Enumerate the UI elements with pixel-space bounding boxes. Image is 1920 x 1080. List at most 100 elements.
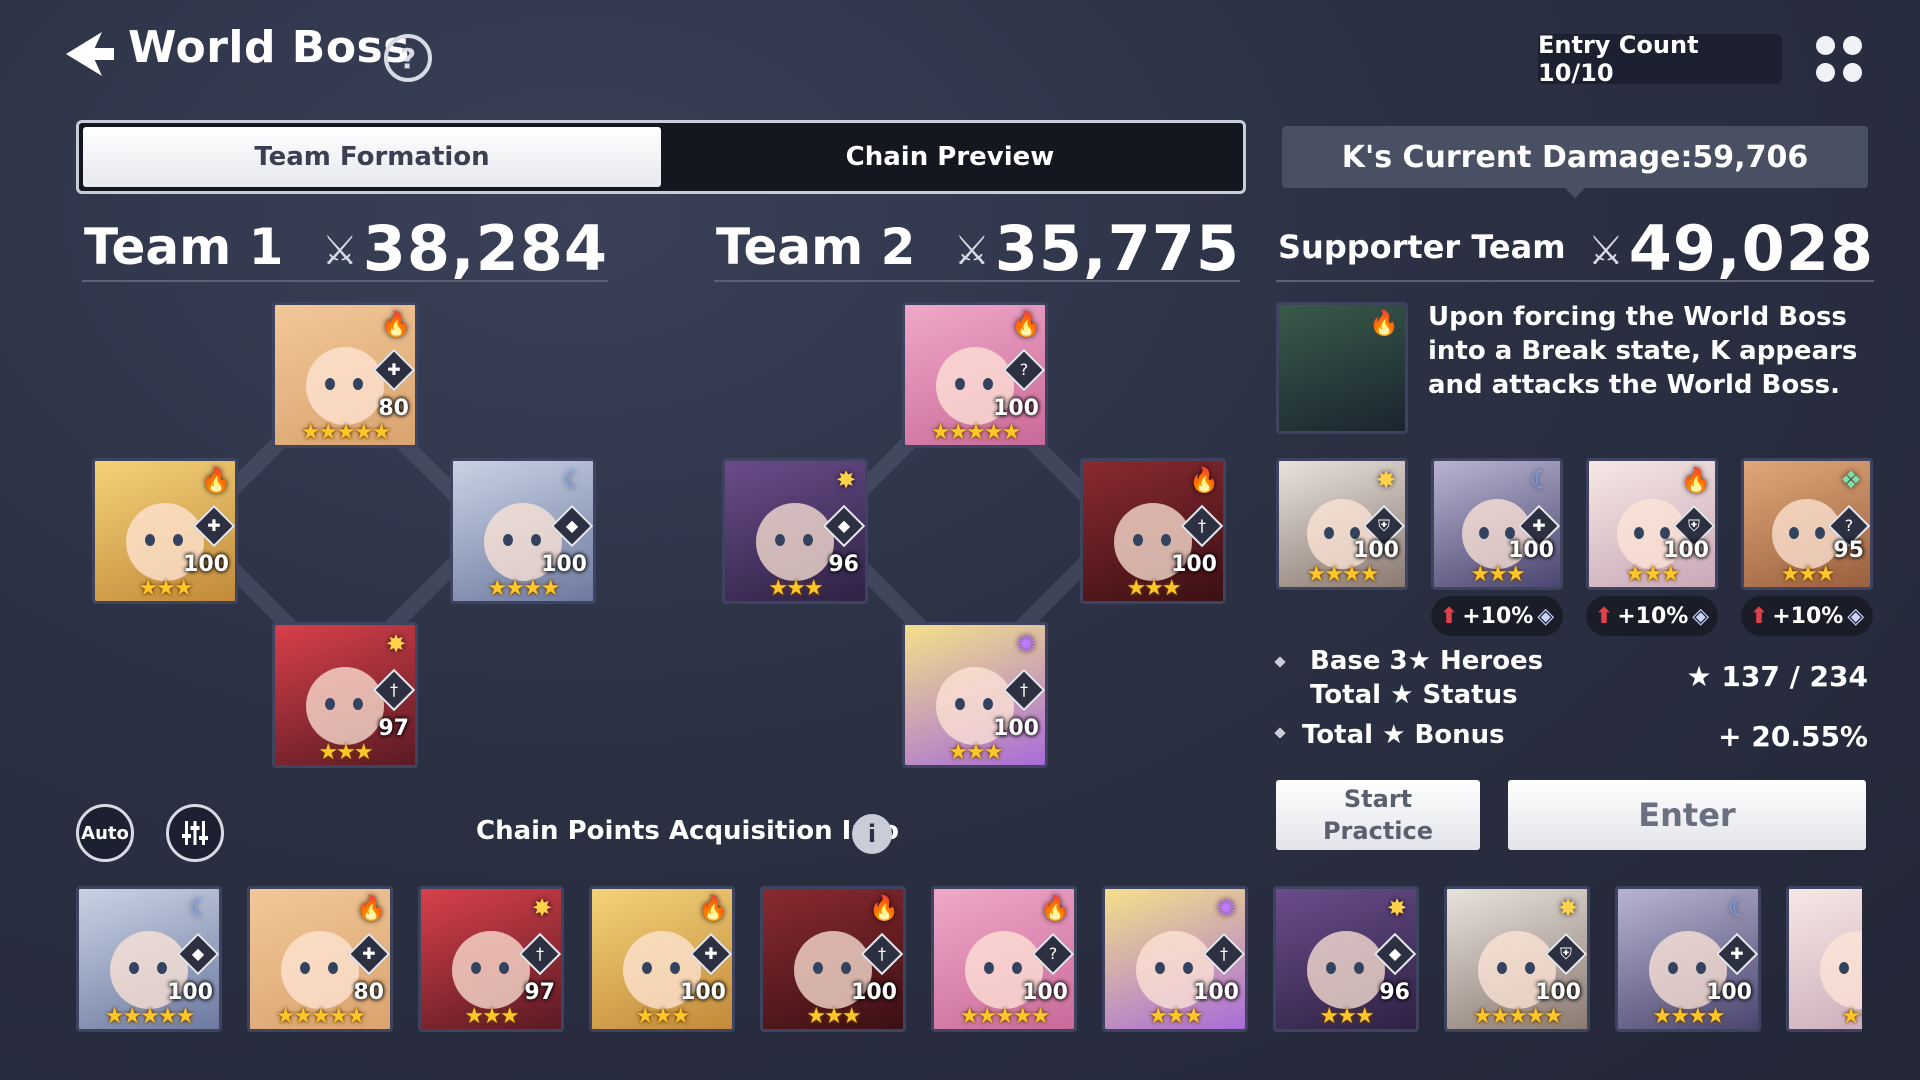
supporter-power: ⚔49,028 — [1588, 212, 1874, 285]
stat-base-value: ★ 137 / 234 — [1686, 660, 1868, 693]
tab-team-formation[interactable]: Team Formation — [83, 127, 661, 187]
hero-level: 100 — [680, 980, 726, 1005]
bonus-badge: ⬆ +10% ◈ — [1586, 596, 1718, 636]
hero-roster: ☾ ◆ 100 ★★★★★ 🔥 ✚ 80 ★★★★★ ✸ † 97 ★★★ 🔥 ✚ 100 ★★★ 🔥 † 100 ★… — [76, 886, 1862, 1036]
roster-hero-card[interactable]: 🔥⛨★★ — [1786, 886, 1862, 1032]
back-arrow-icon — [66, 32, 114, 76]
enter-button[interactable]: Enter — [1508, 780, 1866, 850]
role-glyph: † — [878, 944, 886, 963]
team2-header: Team 2 ⚔35,775 — [714, 210, 1240, 285]
hero-stars: ★★★ — [138, 576, 193, 601]
role-glyph: ✚ — [387, 360, 401, 379]
up-arrow-icon: ⬆ — [1439, 603, 1459, 629]
team1-hero-card[interactable]: 🔥 ✚ 100 ★★★ — [92, 458, 238, 604]
hero-level: 100 — [1535, 980, 1581, 1005]
hero-eye — [1789, 526, 1800, 539]
supporter-hero-card[interactable]: 🔥 ⛨ 100 ★★★ — [1586, 458, 1718, 590]
supporter-k-portrait[interactable]: 🔥 — [1276, 302, 1408, 434]
team2-hero-card[interactable]: ✺ † 100 ★★★ — [902, 622, 1048, 768]
team1-hero-card[interactable]: ☾ ◆ 100 ★★★★ — [450, 458, 596, 604]
roster-hero-card[interactable]: ✸ ⛨ 100 ★★★★★ — [1444, 886, 1590, 1032]
team1-hero-card[interactable]: ✸ † 97 ★★★ — [272, 622, 418, 768]
hero-level: 95 — [1833, 538, 1864, 563]
roster-hero-card[interactable]: ☾ ✚ 100 ★★★★ — [1615, 886, 1761, 1032]
roster-hero-card[interactable]: 🔥 ✚ 80 ★★★★★ — [247, 886, 393, 1032]
supporter-hero-card[interactable]: ❖? 95 ★★★ — [1741, 458, 1873, 590]
auto-button[interactable]: Auto — [76, 804, 134, 862]
dark-element-icon: ✺ — [1215, 894, 1237, 922]
team2-hero-card[interactable]: 🔥 † 100 ★★★ — [1080, 458, 1226, 604]
role-glyph: † — [1020, 680, 1028, 699]
team1-header: Team 1 ⚔38,284 — [82, 210, 608, 285]
hero-stars: ★★★★ — [1652, 1004, 1726, 1029]
role-glyph: ✚ — [704, 944, 718, 963]
info-icon[interactable]: i — [852, 814, 892, 854]
role-glyph: ◆ — [1388, 944, 1402, 963]
water-element-icon: ☾ — [1530, 466, 1552, 494]
hero-level: 80 — [353, 980, 384, 1005]
hero-stars: ★★★★★ — [1472, 1004, 1564, 1029]
page-title: World Boss — [128, 22, 410, 73]
back-button[interactable] — [62, 26, 118, 82]
hero-eye — [1504, 526, 1515, 539]
hero-level: 100 — [183, 552, 229, 577]
tab-chain-preview[interactable]: Chain Preview — [661, 127, 1239, 187]
hero-level: 100 — [167, 980, 213, 1005]
up-arrow-icon: ⬆ — [1594, 603, 1614, 629]
team1-hero-card[interactable]: 🔥 ✚ 80 ★★★★★ — [272, 302, 418, 448]
role-glyph: † — [390, 680, 398, 699]
bonus-badge: ⬆ +10% ◈ — [1431, 596, 1563, 636]
role-glyph: ◆ — [837, 516, 851, 535]
hero-face — [1771, 498, 1843, 570]
hero-level: 100 — [1022, 980, 1068, 1005]
roster-hero-card[interactable]: 🔥 ✚ 100 ★★★ — [589, 886, 735, 1032]
help-icon[interactable]: ? — [384, 34, 432, 82]
stat-bonus-value: + 20.55% — [1718, 720, 1868, 753]
fire-element-icon: 🔥 — [1369, 309, 1399, 337]
role-glyph: ✚ — [1730, 944, 1744, 963]
roster-hero-card[interactable]: 🔥 † 100 ★★★ — [760, 886, 906, 1032]
hero-stars: ★★★ — [806, 1004, 861, 1029]
hero-eye — [1814, 526, 1825, 539]
role-glyph: ✚ — [1532, 516, 1546, 535]
hero-stars: ★★★★ — [1306, 562, 1380, 587]
roster-hero-card[interactable]: ☾ ◆ 100 ★★★★★ — [76, 886, 222, 1032]
team1-power-value: 38,284 — [362, 212, 608, 285]
start-practice-button[interactable]: Start Practice — [1276, 780, 1480, 850]
fire-element-icon: 🔥 — [1011, 310, 1041, 338]
roster-hero-card[interactable]: ✺ † 100 ★★★ — [1102, 886, 1248, 1032]
role-glyph: ◆ — [565, 516, 579, 535]
team2-power: ⚔35,775 — [954, 212, 1240, 285]
team2-hero-card[interactable]: 🔥? 100 ★★★★★ — [902, 302, 1048, 448]
special-icon: ◈ — [1847, 603, 1865, 629]
roster-hero-card[interactable]: ✸ † 97 ★★★ — [418, 886, 564, 1032]
current-damage-display: K's Current Damage:59,706 — [1282, 126, 1868, 188]
role-glyph: † — [1198, 516, 1206, 535]
supporter-power-value: 49,028 — [1628, 212, 1874, 285]
hero-stars: ★★★ — [948, 740, 1003, 765]
team2-hero-card[interactable]: ✸ ◆ 96 ★★★ — [722, 458, 868, 604]
roster-hero-card[interactable]: ✸ ◆ 96 ★★★ — [1273, 886, 1419, 1032]
up-arrow-icon: ⬆ — [1749, 603, 1769, 629]
hero-eye — [1659, 526, 1670, 539]
roster-hero-card[interactable]: 🔥? 100 ★★★★★ — [931, 886, 1077, 1032]
hero-stars: ★★ — [1841, 1004, 1862, 1029]
hero-level: 100 — [993, 396, 1039, 421]
bonus-value: +10% — [1772, 603, 1844, 629]
crossed-swords-icon: ⚔ — [1587, 228, 1625, 274]
role-glyph: ⛨ — [1559, 944, 1572, 963]
menu-grid-icon[interactable] — [1816, 36, 1862, 82]
team1-name: Team 1 — [84, 218, 284, 276]
filter-button[interactable] — [166, 804, 224, 862]
hero-face — [451, 931, 531, 1010]
hero-level: 100 — [1171, 552, 1217, 577]
supporter-hero-card[interactable]: ☾ ✚ 100 ★★★ — [1431, 458, 1563, 590]
light-element-icon: ✸ — [385, 630, 407, 658]
fire-element-icon: 🔥 — [869, 894, 899, 922]
hero-stars: ★★★★★ — [930, 420, 1022, 445]
hero-stars: ★★★ — [1625, 562, 1680, 587]
supporter-hero-card[interactable]: ✸ ⛨ 100 ★★★★ — [1276, 458, 1408, 590]
supporter-name: Supporter Team — [1278, 228, 1566, 266]
wind-element-icon: ❖ — [1840, 466, 1862, 494]
hero-stars: ★★★★★ — [275, 1004, 367, 1029]
